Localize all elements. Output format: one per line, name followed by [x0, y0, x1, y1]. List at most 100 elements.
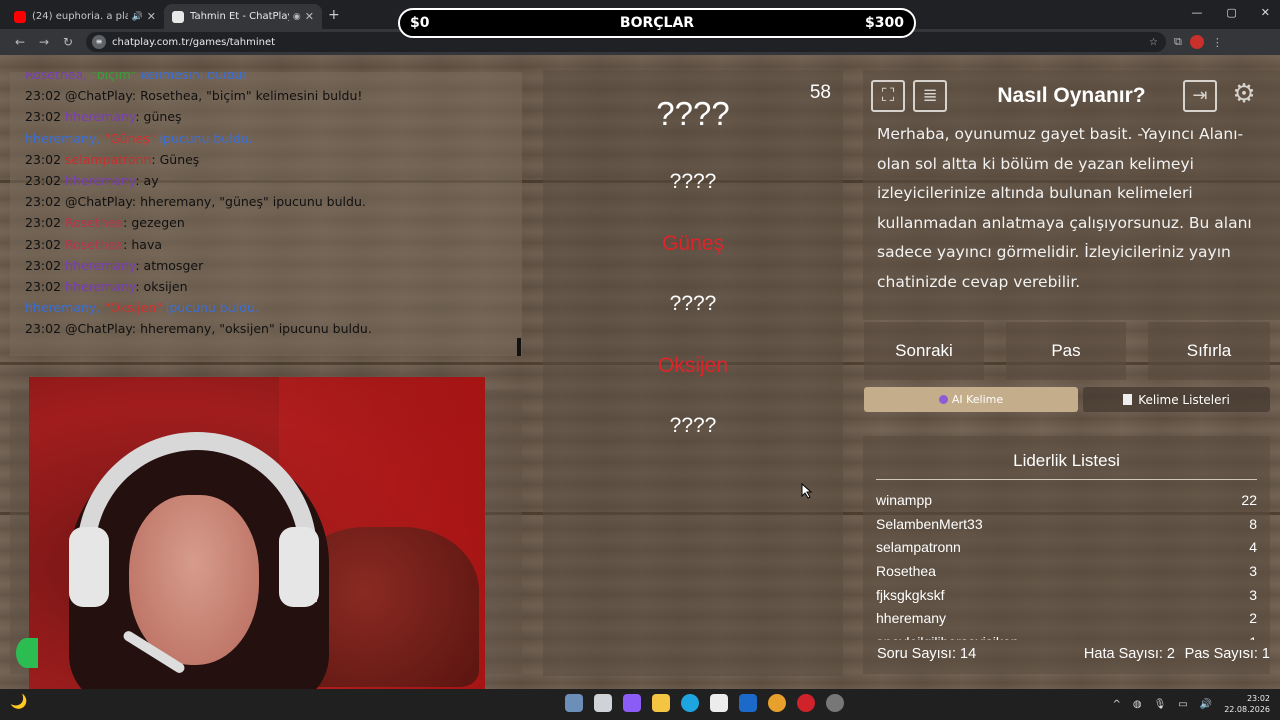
tab-chatplay[interactable]: Tahmin Et - ChatPlay ◉ ✕ — [164, 4, 322, 29]
debt-left-amount: $0 — [410, 15, 430, 31]
file-explorer-icon[interactable] — [652, 694, 670, 712]
chat-msg: hava — [127, 236, 163, 252]
player-name: hheremany — [876, 610, 947, 627]
menu-icon[interactable]: ⋮ — [1212, 36, 1223, 49]
chat-time: 23:02 — [25, 321, 62, 337]
leaderboard-list[interactable]: winampp 22 SelambenMert33 8 selampatronn 4 Ros… — [863, 488, 1270, 640]
player-score: 4 — [1249, 539, 1257, 556]
minimize-icon[interactable]: — — [1191, 6, 1202, 19]
new-tab-button[interactable]: + — [328, 7, 340, 23]
opera-icon[interactable] — [797, 694, 815, 712]
chat-hint-line: hheremany, "Oksijen" ipucunu buldu. — [25, 297, 522, 318]
window-controls: — ▢ ✕ — [1191, 6, 1270, 19]
store-icon[interactable] — [710, 694, 728, 712]
error-count: Hata Sayısı: 2 — [1083, 646, 1175, 662]
display-icon[interactable]: ▭ — [1178, 699, 1187, 710]
settings-app-icon[interactable] — [826, 694, 844, 712]
leaderboard-row: winampp 22 — [863, 488, 1270, 512]
chrome-icon[interactable] — [768, 694, 786, 712]
weather-icon[interactable]: 🌙 — [10, 694, 27, 710]
player-name: Rosethea — [876, 562, 936, 579]
network-icon[interactable]: ◍ — [1133, 699, 1142, 710]
leaderboard-row: selampatronn 4 — [863, 535, 1270, 559]
gear-icon[interactable]: ⚙ — [1227, 80, 1261, 112]
chat-user: hheremany, — [25, 130, 101, 146]
chat-msg: güneş — [139, 109, 182, 125]
chat-user: hheremany — [65, 173, 136, 189]
how-to-play-panel: ⛶ ≣ Nasıl Oynanır? ⇥ ⚙ Merhaba, oyunumuz… — [863, 70, 1280, 320]
leaderboard-row: SelambenMert33 8 — [863, 512, 1270, 536]
edge-icon[interactable] — [681, 694, 699, 712]
chat-user: Rosethea — [65, 236, 124, 252]
maximize-icon[interactable]: ▢ — [1226, 6, 1236, 19]
leaderboard-row: fjksgkgkskf 3 — [863, 583, 1270, 607]
chat-msg: ipucunu buldu. — [161, 300, 259, 316]
word-lists-label: Kelime Listeleri — [1138, 392, 1230, 407]
leaderboard-title: Liderlik Listesi — [876, 451, 1257, 480]
logout-icon[interactable]: ⇥ — [1183, 80, 1217, 112]
chat-msg: hheremany, "oksijen" ipucunu buldu. — [136, 321, 372, 337]
next-button[interactable]: Sonraki — [864, 322, 984, 380]
leaderboard-row: hheremany 2 — [863, 606, 1270, 630]
leaderboard-row: Rosethea 3 — [863, 559, 1270, 583]
chat-user: hheremany — [65, 109, 136, 125]
chat-scrollbar[interactable] — [517, 338, 521, 356]
chat-line: 23:02 @ChatPlay: hheremany, "oksijen" ip… — [25, 318, 522, 339]
chat-line: 23:02 selampatronn: Güneş — [25, 149, 522, 170]
webcam-overlay — [29, 377, 485, 693]
tray-chevron-icon[interactable]: ^ — [1112, 699, 1120, 710]
reload-icon[interactable]: ↻ — [56, 35, 80, 49]
speaker-icon[interactable]: 🔊 — [132, 12, 143, 22]
copilot-icon[interactable] — [623, 694, 641, 712]
chat-user: Rosethea — [65, 215, 124, 231]
word-lists-tab[interactable]: Kelime Listeleri — [1083, 387, 1270, 412]
chat-line: 23:02 hheremany: atmosger — [25, 255, 522, 276]
profile-avatar[interactable] — [1189, 35, 1204, 49]
debt-right-amount: $300 — [865, 15, 904, 31]
close-tab-icon[interactable]: ✕ — [305, 10, 314, 23]
bookmark-star-icon[interactable]: ☆ — [1149, 37, 1158, 48]
widgets-icon[interactable] — [565, 694, 583, 712]
pass-count: Pas Sayısı: 1 — [1184, 646, 1270, 662]
clock-time: 23:02 — [1246, 694, 1270, 703]
reset-button[interactable]: Sıfırla — [1148, 322, 1270, 380]
player-name: selampatronn — [876, 539, 961, 556]
forward-icon[interactable]: → — [32, 35, 56, 49]
site-info-icon[interactable]: ≡ — [92, 35, 106, 49]
chat-time: 23:02 — [25, 88, 62, 104]
hidden-word: ???? — [669, 414, 717, 437]
mic-tray-icon[interactable]: 🎙 — [1154, 699, 1167, 710]
chat-line: 23:02 @ChatPlay: Rosethea, "biçim" kelim… — [25, 85, 522, 106]
close-window-icon[interactable]: ✕ — [1261, 6, 1270, 19]
player-score: 3 — [1249, 562, 1257, 579]
pass-button[interactable]: Pas — [1006, 322, 1126, 380]
clock[interactable]: 23:02 22.08.2026 — [1224, 693, 1270, 715]
debt-title: BORÇLAR — [619, 15, 695, 31]
extensions-icon[interactable]: ⧉ — [1174, 35, 1182, 49]
chat-hint-word: "Güneş" — [104, 130, 156, 146]
url-text: chatplay.com.tr/games/tahminet — [112, 36, 276, 48]
ai-word-tab[interactable]: AI Kelime — [864, 387, 1078, 412]
chat-user: Rosethea, — [25, 72, 88, 82]
clock-date: 22.08.2026 — [1224, 705, 1270, 714]
outlook-icon[interactable] — [739, 694, 757, 712]
recording-icon: ◉ — [292, 11, 301, 22]
tab-youtube[interactable]: (24) euphoria. a playlist - Y 🔊 ✕ — [6, 4, 164, 29]
chat-msg: hheremany, "güneş" ipucunu buldu. — [136, 194, 366, 210]
chat-time: 23:02 — [25, 109, 62, 125]
chat-user: hheremany — [65, 257, 136, 273]
chat-line: 23:02 hheremany: güneş — [25, 106, 522, 127]
close-tab-icon[interactable]: ✕ — [147, 10, 156, 23]
chat-panel: Rosethea, "biçim" kelimesini buldu! 23:0… — [10, 72, 522, 356]
volume-icon[interactable]: 🔊 — [1200, 699, 1212, 710]
back-icon[interactable]: ← — [8, 35, 32, 49]
player-score: 22 — [1241, 491, 1257, 508]
task-view-icon[interactable] — [594, 694, 612, 712]
chat-time: 23:02 — [25, 279, 62, 295]
player-score: 3 — [1249, 586, 1257, 603]
ai-word-label: AI Kelime — [951, 393, 1004, 406]
found-word: Oksijen — [657, 354, 729, 377]
player-score: 2 — [1249, 610, 1257, 627]
chat-user: hheremany — [65, 279, 136, 295]
leaderboard-panel: Liderlik Listesi winampp 22 SelambenMert33… — [863, 436, 1270, 674]
